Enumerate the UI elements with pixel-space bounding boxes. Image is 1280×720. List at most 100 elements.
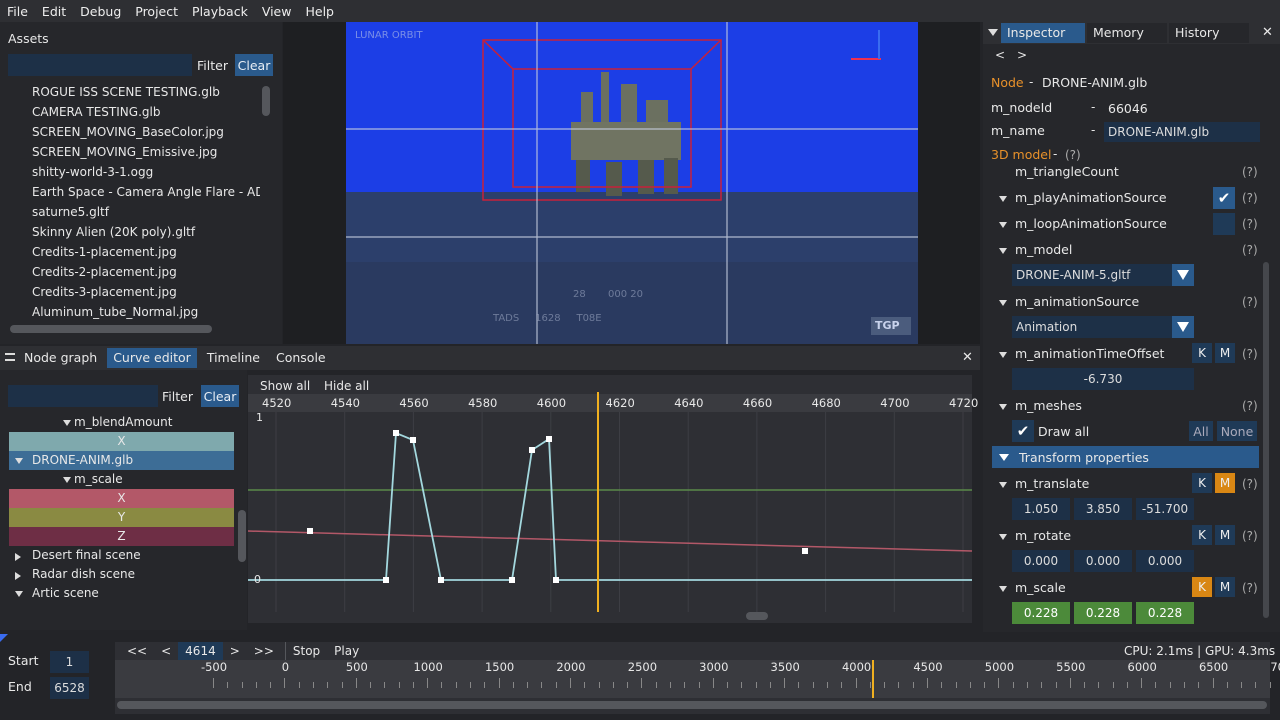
inspector-tab-memory[interactable]: Memory [1087,23,1167,43]
menu-edit[interactable]: Edit [35,4,73,19]
menu-project[interactable]: Project [128,4,185,19]
asset-item[interactable]: Credits-1-placement.jpg [32,242,260,262]
expand-icon[interactable] [63,477,71,483]
keyframe-button[interactable]: K [1192,473,1212,493]
translate_v-component[interactable]: 3.850 [1074,498,1132,520]
play-animation-checkbox[interactable]: ✔ [1213,187,1235,209]
asset-item[interactable]: SCREEN_MOVING_BaseColor.jpg [32,122,260,142]
keyframe-button[interactable]: K [1192,577,1212,597]
asset-item[interactable]: SCREEN_MOVING_Emissive.jpg [32,142,260,162]
expand-icon[interactable] [999,404,1007,410]
asset-item[interactable]: Credits-2-placement.jpg [32,262,260,282]
tab-node-graph[interactable]: Node graph [18,348,103,368]
timeline-control-0[interactable]: << [120,642,154,661]
menu-help[interactable]: Help [298,4,341,19]
timeline-control-4[interactable]: >> [247,642,281,661]
curve-tree-item[interactable]: Desert final scene [9,546,234,565]
tab-curve-editor[interactable]: Curve editor [107,348,197,368]
keyframe-button[interactable]: K [1192,525,1212,545]
curve-tree-item[interactable]: Y [9,508,234,527]
keyframe-button[interactable]: K [1192,343,1212,363]
inspector-vscroll[interactable] [1263,262,1269,618]
asset-item[interactable]: Credits-3-placement.jpg [32,282,260,302]
expand-icon[interactable] [15,591,23,597]
close-icon[interactable]: ✕ [962,350,973,365]
expand-icon[interactable] [63,420,71,426]
scale_v-component[interactable]: 0.228 [1136,602,1194,624]
expand-icon[interactable] [15,553,21,561]
nav-forward-button[interactable]: > [1017,48,1027,62]
help-icon[interactable]: (?) [1242,243,1258,257]
draw-all-checkbox[interactable]: ✔ [1012,420,1034,442]
inspector-tab-history[interactable]: History [1169,23,1249,43]
modifier-button[interactable]: M [1215,473,1235,493]
menu-file[interactable]: File [0,4,35,19]
modifier-button[interactable]: M [1215,343,1235,363]
timeline-control-5[interactable]: Stop [284,642,327,661]
start-input[interactable]: 1 [50,651,89,673]
asset-item[interactable]: Skinny Alien (20K poly).gltf [32,222,260,242]
rotate_v-component[interactable]: 0.000 [1074,550,1132,572]
help-icon[interactable]: (?) [1242,347,1258,361]
show-all-button[interactable]: Show all [260,379,310,393]
modifier-button[interactable]: M [1215,577,1235,597]
translate_v-component[interactable]: 1.050 [1012,498,1070,520]
menu-view[interactable]: View [255,4,299,19]
help-icon[interactable]: (?) [1242,295,1258,309]
help-icon[interactable]: (?) [1242,399,1258,413]
scale_v-component[interactable]: 0.228 [1074,602,1132,624]
model-help-icon[interactable]: (?) [1065,148,1081,162]
inspector-tab-inspector[interactable]: Inspector [1001,23,1085,43]
current-frame-field[interactable]: 4614 [178,642,223,661]
curve-tree-item[interactable]: X [9,489,234,508]
timeline-hscroll[interactable] [117,701,1267,709]
expand-icon[interactable] [999,482,1007,488]
help-icon[interactable]: (?) [1242,581,1258,595]
curve-tree-item[interactable]: m_scale [9,470,234,489]
all-button[interactable]: All [1189,421,1213,441]
inspector-close-icon[interactable]: ✕ [1262,25,1273,40]
inspector-collapse-icon[interactable] [988,29,998,36]
tab-timeline[interactable]: Timeline [201,348,266,368]
curve-tree-item[interactable]: X [9,432,234,451]
curve-clear-button[interactable]: Clear [201,385,239,407]
asset-item[interactable]: saturne5.gltf [32,202,260,222]
tab-console[interactable]: Console [270,348,332,368]
asset-item[interactable]: Earth Space - Camera Angle Flare - ADDI [32,182,260,202]
curve-plot[interactable] [247,392,973,612]
asset-item[interactable]: CAMERA TESTING.glb [32,102,260,122]
rotate_v-component[interactable]: 0.000 [1136,550,1194,572]
curve-tree-item[interactable]: Radar dish scene [9,565,234,584]
nav-back-button[interactable]: < [995,48,1005,62]
curve-tree-item[interactable]: m_blendAmount [9,413,234,432]
expand-icon[interactable] [999,248,1007,254]
expand-icon[interactable] [999,534,1007,540]
help-icon[interactable]: (?) [1242,529,1258,543]
curve-filter-input[interactable] [8,385,158,407]
help-icon[interactable]: (?) [1242,217,1258,231]
timeline-playhead[interactable] [872,660,874,698]
assets-filter-input[interactable] [8,54,192,76]
timeline-control-1[interactable]: < [154,642,178,661]
hide-all-button[interactable]: Hide all [324,379,369,393]
asset-item[interactable]: shitty-world-3-1.ogg [32,162,260,182]
none-button[interactable]: None [1217,421,1257,441]
menu-playback[interactable]: Playback [185,4,255,19]
name-input[interactable]: DRONE-ANIM.glb [1104,122,1260,142]
help-icon[interactable]: (?) [1242,477,1258,491]
curve-tree-item[interactable]: Z [9,527,234,546]
translate_v-component[interactable]: -51.700 [1136,498,1194,520]
curve-hscroll[interactable] [746,612,768,620]
help-icon[interactable]: (?) [1242,191,1258,205]
menu-debug[interactable]: Debug [73,4,128,19]
expand-icon[interactable] [999,586,1007,592]
animation-source-select[interactable]: Animation [1012,316,1194,338]
loop-animation-checkbox[interactable] [1213,213,1235,235]
expand-icon[interactable] [999,196,1007,202]
time-offset-input[interactable]: -6.730 [1012,368,1194,390]
end-input[interactable]: 6528 [50,677,89,699]
scale_v-component[interactable]: 0.228 [1012,602,1070,624]
triangle-help-icon[interactable]: (?) [1242,166,1258,179]
timeline-ruler[interactable]: -500 0 500 1000 1500 2000 2500 3000 3500 4000 4500… [115,660,1280,698]
assets-vscroll[interactable] [262,86,270,116]
